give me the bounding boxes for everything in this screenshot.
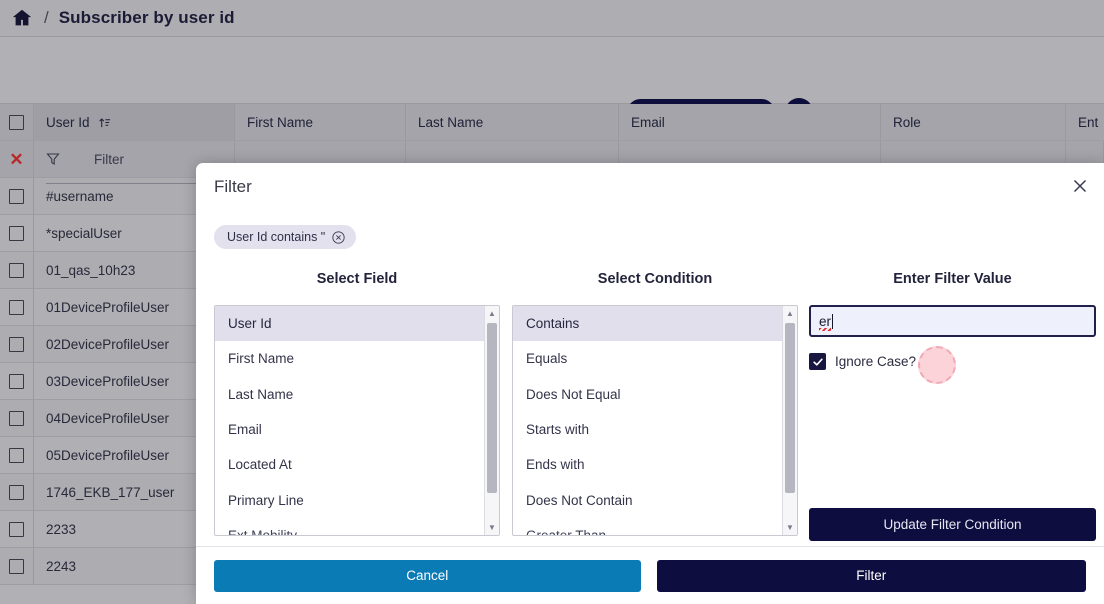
scroll-down-icon[interactable]: ▼ (485, 520, 499, 535)
filter-value-input[interactable]: er (809, 305, 1096, 337)
select-field-column: Select Field User IdFirst NameLast NameE… (214, 271, 500, 536)
select-field-option[interactable]: First Name (215, 341, 499, 376)
scrollbar-thumb[interactable] (487, 323, 497, 493)
ignore-case-row[interactable]: Ignore Case? (809, 353, 1096, 370)
scrollbar-thumb[interactable] (785, 323, 795, 493)
select-condition-heading: Select Condition (512, 271, 798, 293)
select-field-scrollbar[interactable]: ▲ ▼ (484, 306, 499, 535)
filter-value-column: Enter Filter Value er Ignore Case? (809, 271, 1096, 370)
dialog-filter-chip-label: User Id contains " (227, 230, 325, 244)
select-condition-option[interactable]: Starts with (513, 412, 797, 447)
dialog-filter-chip[interactable]: User Id contains " (214, 225, 356, 249)
select-condition-scrollbar[interactable]: ▲ ▼ (782, 306, 797, 535)
scroll-up-icon[interactable]: ▲ (485, 306, 499, 321)
select-field-option[interactable]: Last Name (215, 377, 499, 412)
cancel-button[interactable]: Cancel (214, 560, 641, 592)
filter-value-heading: Enter Filter Value (809, 271, 1096, 293)
filter-button[interactable]: Filter (657, 560, 1086, 592)
select-field-option[interactable]: Located At (215, 447, 499, 482)
select-condition-option[interactable]: Equals (513, 341, 797, 376)
filter-dialog-title: Filter (214, 177, 252, 197)
select-condition-option[interactable]: Ends with (513, 447, 797, 482)
dialog-columns: Select Field User IdFirst NameLast NameE… (196, 271, 1104, 516)
select-condition-listbox[interactable]: ContainsEqualsDoes Not EqualStarts withE… (512, 305, 798, 536)
select-field-option[interactable]: Email (215, 412, 499, 447)
select-condition-option[interactable]: Greater Than (513, 518, 797, 536)
app-root: / Subscriber by user id Rows: 0 - 200 / … (0, 0, 1104, 604)
select-field-listbox[interactable]: User IdFirst NameLast NameEmailLocated A… (214, 305, 500, 536)
scroll-up-icon[interactable]: ▲ (783, 306, 797, 321)
checkmark-icon (812, 356, 824, 368)
select-condition-column: Select Condition ContainsEqualsDoes Not … (512, 271, 798, 536)
ignore-case-label: Ignore Case? (835, 354, 916, 369)
select-field-option[interactable]: Primary Line (215, 482, 499, 517)
ignore-case-checkbox[interactable] (809, 353, 826, 370)
pink-circle-marker (918, 346, 956, 384)
update-filter-condition-button[interactable]: Update Filter Condition (809, 508, 1096, 541)
select-field-option[interactable]: User Id (215, 306, 499, 341)
close-icon[interactable] (1071, 177, 1089, 195)
select-condition-option[interactable]: Contains (513, 306, 797, 341)
select-condition-option[interactable]: Does Not Equal (513, 377, 797, 412)
dialog-footer: Cancel Filter (196, 546, 1104, 604)
select-condition-option[interactable]: Does Not Contain (513, 482, 797, 517)
scroll-down-icon[interactable]: ▼ (783, 520, 797, 535)
filter-value-text: er (819, 314, 831, 329)
filter-dialog: Filter User Id contains " Select Field U… (196, 163, 1104, 604)
select-field-option[interactable]: Ext Mobility (215, 518, 499, 536)
circle-x-icon[interactable] (332, 231, 345, 244)
text-caret (832, 314, 833, 329)
select-field-heading: Select Field (214, 271, 500, 293)
